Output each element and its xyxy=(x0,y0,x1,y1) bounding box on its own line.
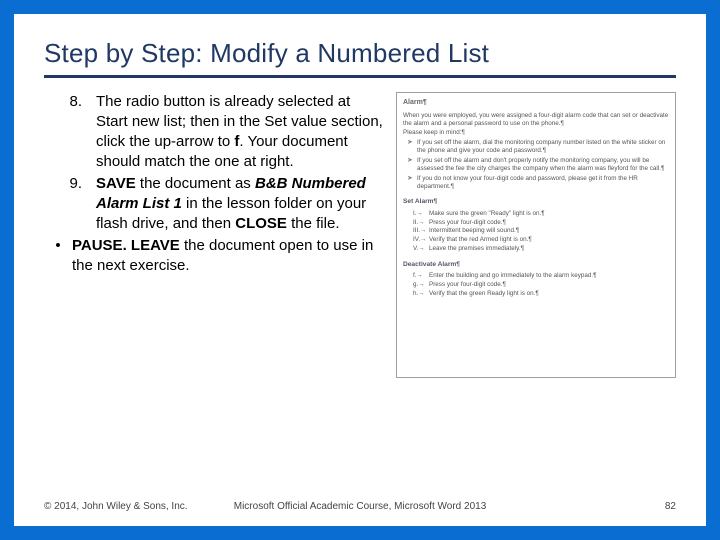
text-column: 8. The radio button is already selected … xyxy=(44,92,386,378)
text-bold: SAVE xyxy=(96,175,136,192)
figure-word-document: Alarm¶ When you were employed, you were … xyxy=(396,92,676,378)
text-bold: PAUSE. LEAVE xyxy=(72,237,180,254)
step-9: 9. SAVE the document as B&B Numbered Ala… xyxy=(44,174,386,234)
num: V.→ xyxy=(413,245,429,253)
num: II.→ xyxy=(413,219,429,227)
bullet-body: PAUSE. LEAVE the document open to use in… xyxy=(72,236,386,276)
step-8: 8. The radio button is already selected … xyxy=(44,92,386,172)
step-body: The radio button is already selected at … xyxy=(96,92,386,172)
text: Make sure the green "Ready" light is on.… xyxy=(429,210,669,218)
text: Verify that the green Ready light is on.… xyxy=(429,290,669,298)
bullet-pause: • PAUSE. LEAVE the document open to use … xyxy=(44,236,386,276)
text: Intermittent beeping will sound.¶ xyxy=(429,227,669,235)
text: Press your four-digit code.¶ xyxy=(429,219,669,227)
figure-numbered-item: IV.→Verify that the red Armed light is o… xyxy=(413,236,669,244)
arrow-icon: ➤ xyxy=(407,157,417,173)
footer: © 2014, John Wiley & Sons, Inc. Microsof… xyxy=(44,501,676,512)
content-area: 8. The radio button is already selected … xyxy=(44,92,676,378)
figure-numbered-item: f.→Enter the building and go immediately… xyxy=(413,272,669,280)
num: g.→ xyxy=(413,281,429,289)
text: Leave the premises immediately.¶ xyxy=(429,245,669,253)
footer-copyright: © 2014, John Wiley & Sons, Inc. xyxy=(44,501,188,512)
figure-numbered-item: g.→Press your four-digit code.¶ xyxy=(413,281,669,289)
text-bold: CLOSE xyxy=(235,215,287,232)
text: Press your four-digit code.¶ xyxy=(429,281,669,289)
num: f.→ xyxy=(413,272,429,280)
step-body: SAVE the document as B&B Numbered Alarm … xyxy=(96,174,386,234)
step-number: 9. xyxy=(44,174,96,234)
num: IV.→ xyxy=(413,236,429,244)
num: III.→ xyxy=(413,227,429,235)
arrow-icon: ➤ xyxy=(407,175,417,191)
figure-subheading: Set Alarm¶ xyxy=(403,198,669,206)
num: h.→ xyxy=(413,290,429,298)
figure-numbered-item: V.→Leave the premises immediately.¶ xyxy=(413,245,669,253)
figure-paragraph: Please keep in mind:¶ xyxy=(403,129,669,137)
step-number: 8. xyxy=(44,92,96,172)
figure-heading: Alarm¶ xyxy=(403,99,669,108)
figure-numbered-item: III.→Intermittent beeping will sound.¶ xyxy=(413,227,669,235)
text: Enter the building and go immediately to… xyxy=(429,272,669,280)
figure-numbered-item: h.→Verify that the green Ready light is … xyxy=(413,290,669,298)
text: If you set off the alarm, dial the monit… xyxy=(417,139,669,155)
text: the document as xyxy=(136,175,255,192)
text: If you do not know your four-digit code … xyxy=(417,175,669,191)
text: the file. xyxy=(287,215,340,232)
figure-numbered-item: II.→Press your four-digit code.¶ xyxy=(413,219,669,227)
num: I.→ xyxy=(413,210,429,218)
text: If you set off the alarm and don't prope… xyxy=(417,157,669,173)
figure-numbered-item: I.→Make sure the green "Ready" light is … xyxy=(413,210,669,218)
figure-list-item: ➤ If you set off the alarm and don't pro… xyxy=(407,157,669,173)
figure-subheading: Deactivate Alarm¶ xyxy=(403,261,669,269)
slide: Step by Step: Modify a Numbered List 8. … xyxy=(14,14,706,526)
arrow-icon: ➤ xyxy=(407,139,417,155)
figure-list-item: ➤ If you set off the alarm, dial the mon… xyxy=(407,139,669,155)
slide-title: Step by Step: Modify a Numbered List xyxy=(44,38,676,78)
figure-list-item: ➤ If you do not know your four-digit cod… xyxy=(407,175,669,191)
figure-paragraph: When you were employed, you were assigne… xyxy=(403,112,669,128)
bullet-dot: • xyxy=(44,236,72,276)
text: Verify that the red Armed light is on.¶ xyxy=(429,236,669,244)
footer-page-number: 82 xyxy=(665,501,676,512)
